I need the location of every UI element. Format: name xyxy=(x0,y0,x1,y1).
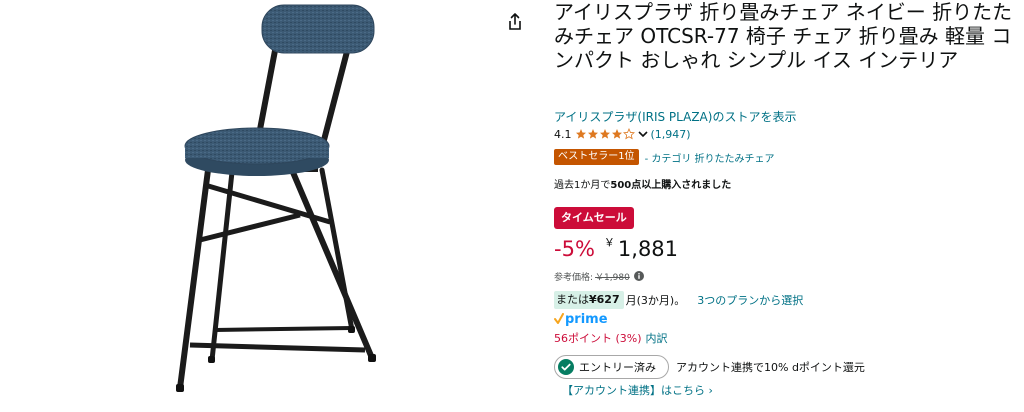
entry-pill-label: エントリー済み xyxy=(579,361,656,374)
chevron-down-icon[interactable] xyxy=(637,128,649,140)
rating-row: 4.1 (1,947) xyxy=(554,126,691,142)
entry-row: エントリー済み アカウント連携で10% dポイント還元 xyxy=(554,355,865,379)
folding-chair-illustration xyxy=(176,4,376,392)
list-price-row: 参考価格: ￥1,980 xyxy=(554,268,644,284)
star-icon xyxy=(587,129,598,139)
discount-percent: -5% xyxy=(554,237,595,261)
star-icon xyxy=(599,129,610,139)
share-button[interactable] xyxy=(503,10,527,34)
star-empty-icon xyxy=(622,128,635,140)
share-icon xyxy=(509,13,521,30)
installment-plans-link[interactable]: 3つのプランから選択 xyxy=(697,292,803,308)
account-link[interactable]: 【アカウント連携】はこちら › xyxy=(562,382,713,398)
bestseller-badge[interactable]: ベストセラー1位 xyxy=(554,149,639,165)
installment-row: または¥627 月(3か月)。 3つのプランから選択 xyxy=(554,291,803,309)
entry-status-pill[interactable]: エントリー済み xyxy=(554,355,669,379)
info-icon[interactable] xyxy=(633,271,644,281)
bought-count: 500点以上購入されました xyxy=(610,180,732,191)
product-image[interactable] xyxy=(0,0,545,408)
installment-prefix: または xyxy=(556,293,589,306)
price-row: -5% ￥ 1,881 xyxy=(554,234,678,266)
bought-past-month: 過去1か月で500点以上購入されました xyxy=(554,176,731,191)
prime-label: prime xyxy=(565,311,608,327)
price-amount: 1,881 xyxy=(617,237,679,261)
check-circle-icon xyxy=(558,359,574,375)
bestseller-row: ベストセラー1位 - カテゴリ 折りたたみチェア xyxy=(554,148,775,166)
store-link[interactable]: アイリスプラザ(IRIS PLAZA)のストアを表示 xyxy=(554,108,796,125)
star-icon xyxy=(575,129,586,139)
installment-term: 月(3か月)。 xyxy=(625,294,686,307)
installment-amount: ¥627 xyxy=(589,293,620,306)
prime-logo: prime xyxy=(554,311,608,327)
star-icon xyxy=(611,129,622,139)
points-breakdown-link[interactable]: 内訳 xyxy=(646,332,668,345)
installment-badge: または¥627 xyxy=(554,291,624,309)
rating-value: 4.1 xyxy=(554,127,572,141)
entry-description: アカウント連携で10% dポイント還元 xyxy=(676,361,865,374)
currency-symbol: ￥ xyxy=(603,236,615,249)
points-row: 56ポイント (3%) 内訳 xyxy=(554,330,668,346)
rating-count-link[interactable]: (1,947) xyxy=(651,128,691,141)
star-rating[interactable] xyxy=(575,128,635,140)
bought-prefix: 過去1か月で xyxy=(554,180,611,191)
list-price-label: 参考価格: xyxy=(554,272,594,283)
bestseller-category-link[interactable]: - カテゴリ 折りたたみチェア xyxy=(645,150,775,165)
list-price-value: ￥1,980 xyxy=(595,272,630,283)
prime-check-icon xyxy=(554,313,564,324)
product-title: アイリスプラザ 折り畳みチェア ネイビー 折りたたみチェア OTCSR-77 椅… xyxy=(554,0,1013,72)
points-value: 56ポイント (3%) xyxy=(554,332,642,345)
deal-badge: タイムセール xyxy=(554,207,634,229)
